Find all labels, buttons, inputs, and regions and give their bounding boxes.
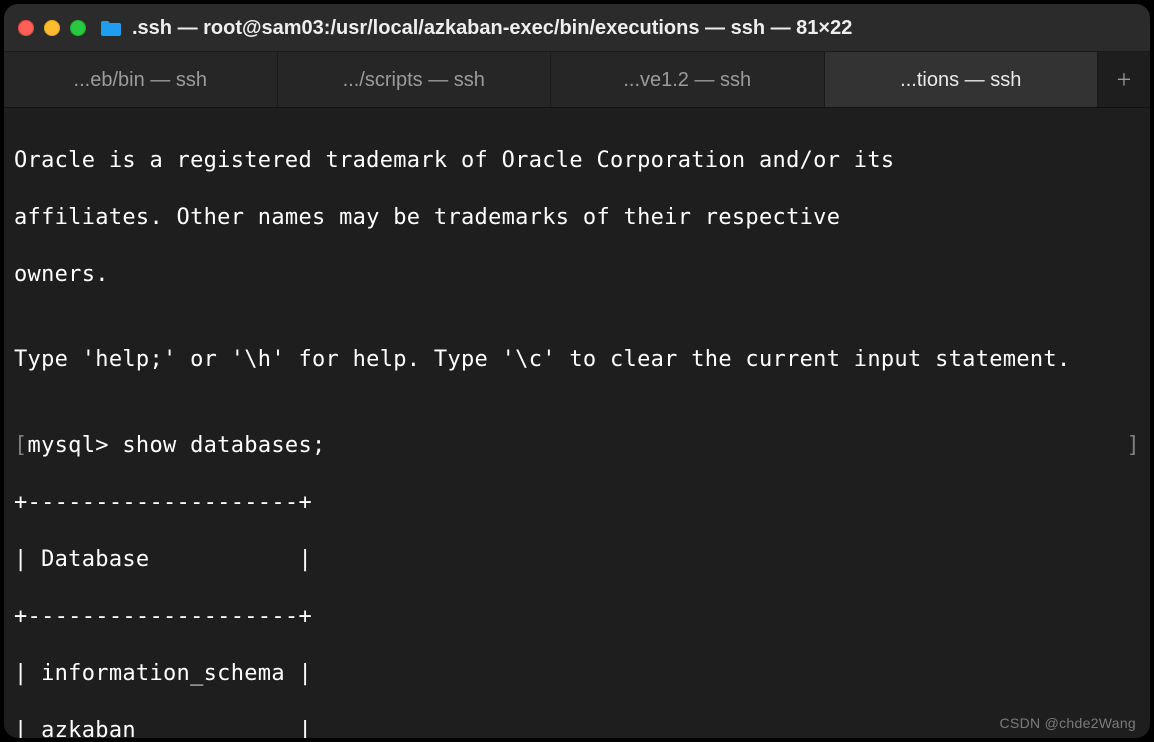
zoom-window-button[interactable] [70,20,86,36]
tab-label: ...eb/bin — ssh [74,70,207,90]
term-line: Type 'help;' or '\h' for help. Type '\c'… [14,346,1140,375]
window-controls [18,20,86,36]
prompt-command: mysql> show databases; [28,433,326,458]
new-tab-button[interactable]: + [1098,52,1150,107]
table-row: | azkaban | [14,717,1140,739]
term-line: affiliates. Other names may be trademark… [14,204,1140,233]
tab-1[interactable]: .../scripts — ssh [278,52,552,107]
prompt-close-bracket: ] [1126,432,1140,461]
tab-label: ...ve1.2 — ssh [623,70,751,90]
terminal-window: .ssh — root@sam03:/usr/local/azkaban-exe… [4,4,1150,738]
titlebar: .ssh — root@sam03:/usr/local/azkaban-exe… [4,4,1150,52]
watermark: CSDN @chde2Wang [1000,716,1136,730]
table-header: | Database | [14,546,1140,575]
tab-label: .../scripts — ssh [343,70,485,90]
term-line: owners. [14,261,1140,290]
tab-0[interactable]: ...eb/bin — ssh [4,52,278,107]
table-row: | information_schema | [14,660,1140,689]
folder-icon [100,19,122,37]
table-border: +--------------------+ [14,489,1140,518]
table-border: +--------------------+ [14,603,1140,632]
tab-bar: ...eb/bin — ssh .../scripts — ssh ...ve1… [4,52,1150,108]
minimize-window-button[interactable] [44,20,60,36]
terminal-viewport[interactable]: Oracle is a registered trademark of Orac… [4,108,1150,738]
term-line: Oracle is a registered trademark of Orac… [14,147,1140,176]
close-window-button[interactable] [18,20,34,36]
tab-2[interactable]: ...ve1.2 — ssh [551,52,825,107]
tab-label: ...tions — ssh [900,70,1021,90]
prompt-open-bracket: [ [14,433,28,458]
mysql-prompt-line: [mysql> show databases;] [14,432,1140,461]
window-title: .ssh — root@sam03:/usr/local/azkaban-exe… [132,18,1136,38]
tab-3[interactable]: ...tions — ssh [825,52,1099,107]
plus-icon: + [1117,65,1132,95]
